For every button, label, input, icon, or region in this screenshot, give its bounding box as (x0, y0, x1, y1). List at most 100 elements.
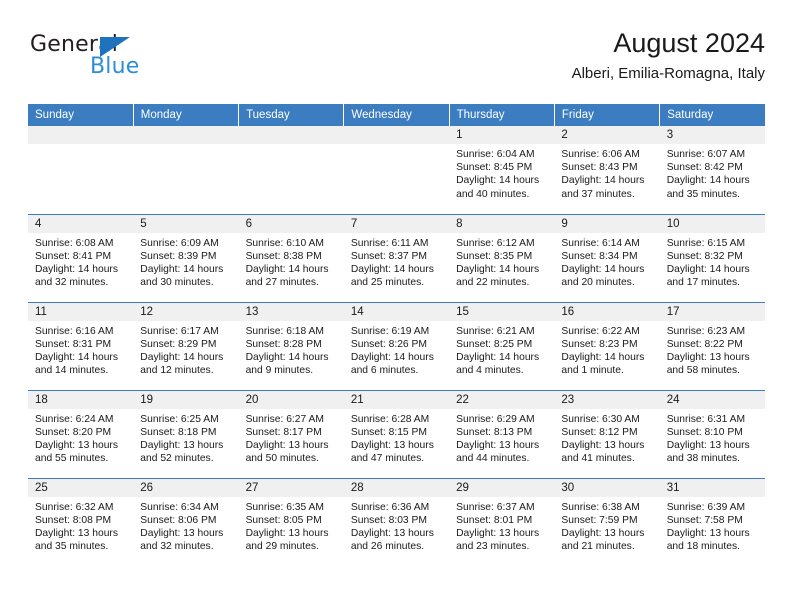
day-info-line: and 35 minutes. (35, 541, 109, 553)
day-number: 10 (659, 214, 765, 233)
calendar-day-cell[interactable]: 21 Sunrise: 6:28 AM Sunset: 8:15 PM Dayligh… (343, 389, 450, 478)
day-info-line: and 38 minutes. (666, 453, 740, 465)
calendar-day-cell[interactable]: 28 Sunrise: 6:36 AM Sunset: 8:03 PM Dayligh… (343, 477, 450, 566)
day-cell-inner: 4 Sunrise: 6:08 AM Sunset: 8:41 PM Daylight… (28, 214, 134, 302)
calendar-day-cell[interactable]: 8 Sunrise: 6:12 AM Sunset: 8:35 PM Daylight… (449, 213, 555, 302)
day-info-line: and 14 minutes. (35, 365, 109, 377)
day-sun-info: Sunrise: 6:35 AM Sunset: 8:05 PM Daylight:… (239, 497, 344, 554)
calendar-day-cell[interactable]: 14 Sunrise: 6:19 AM Sunset: 8:26 PM Dayligh… (343, 301, 450, 390)
calendar-day-cell[interactable]: 12 Sunrise: 6:17 AM Sunset: 8:29 PM Dayligh… (133, 301, 239, 390)
day-sun-info: Sunrise: 6:10 AM Sunset: 8:38 PM Daylight:… (239, 233, 344, 290)
day-info-line: Sunset: 8:26 PM (350, 338, 427, 350)
calendar-day-cell[interactable]: 3 Sunrise: 6:07 AM Sunset: 8:42 PM Daylight… (659, 126, 765, 214)
day-info-line: Daylight: 14 hours (350, 351, 434, 363)
day-info-line: Sunrise: 6:35 AM (245, 501, 324, 513)
day-info-line: Daylight: 14 hours (456, 351, 540, 363)
day-info-line: Daylight: 13 hours (350, 527, 434, 539)
calendar-day-cell[interactable]: 11 Sunrise: 6:16 AM Sunset: 8:31 PM Dayligh… (28, 301, 134, 390)
calendar-day-cell[interactable]: 15 Sunrise: 6:21 AM Sunset: 8:25 PM Dayligh… (449, 301, 555, 390)
day-cell-inner: 1 Sunrise: 6:04 AM Sunset: 8:45 PM Daylight… (449, 126, 555, 214)
calendar-grid: Sunday Monday Tuesday Wednesday Thursday Frid… (28, 104, 765, 566)
day-info-line: and 23 minutes. (456, 541, 530, 553)
brand-logo[interactable]: General Blue (28, 32, 228, 88)
day-info-line: Sunset: 8:15 PM (350, 426, 427, 438)
day-number: 20 (238, 390, 344, 409)
calendar-day-cell[interactable]: 16 Sunrise: 6:22 AM Sunset: 8:23 PM Dayligh… (554, 301, 660, 390)
day-sun-info: Sunrise: 6:32 AM Sunset: 8:08 PM Daylight:… (28, 497, 133, 554)
calendar-day-cell[interactable]: 29 Sunrise: 6:37 AM Sunset: 8:01 PM Dayligh… (449, 477, 555, 566)
page-subtitle: Alberi, Emilia-Romagna, Italy (571, 65, 765, 82)
calendar-day-cell[interactable]: 5 Sunrise: 6:09 AM Sunset: 8:39 PM Daylight… (133, 213, 239, 302)
day-info-line: Sunset: 8:01 PM (456, 514, 533, 526)
day-cell-inner: 7 Sunrise: 6:11 AM Sunset: 8:37 PM Daylight… (343, 214, 450, 302)
day-info-line: Daylight: 13 hours (456, 439, 540, 451)
day-info-line: Sunset: 8:03 PM (350, 514, 427, 526)
day-info-line: Sunrise: 6:34 AM (140, 501, 219, 513)
day-info-line: Sunrise: 6:17 AM (140, 325, 219, 337)
calendar-day-cell[interactable]: 19 Sunrise: 6:25 AM Sunset: 8:18 PM Dayligh… (133, 389, 239, 478)
day-number: 4 (28, 214, 134, 233)
day-info-line: Sunset: 8:43 PM (561, 162, 638, 174)
day-number: 25 (28, 478, 134, 497)
day-info-line: and 25 minutes. (350, 277, 425, 289)
day-number: 11 (28, 302, 134, 321)
weekday-header-friday: Friday (554, 104, 661, 126)
day-info-line: Sunset: 8:31 PM (35, 338, 112, 350)
calendar-day-cell[interactable]: 2 Sunrise: 6:06 AM Sunset: 8:43 PM Daylight… (554, 126, 660, 214)
calendar-day-cell[interactable]: 6 Sunrise: 6:10 AM Sunset: 8:38 PM Daylight… (238, 213, 344, 302)
calendar-day-cell[interactable]: 4 Sunrise: 6:08 AM Sunset: 8:41 PM Daylight… (28, 213, 134, 302)
day-info-line: and 29 minutes. (245, 541, 319, 553)
calendar-week-row: 11 Sunrise: 6:16 AM Sunset: 8:31 PM Dayligh… (28, 301, 765, 390)
day-number: 2 (554, 126, 660, 144)
day-info-line: Daylight: 13 hours (245, 439, 329, 451)
calendar-day-cell[interactable]: 9 Sunrise: 6:14 AM Sunset: 8:34 PM Daylight… (554, 213, 660, 302)
calendar-day-cell[interactable]: 18 Sunrise: 6:24 AM Sunset: 8:20 PM Dayligh… (28, 389, 134, 478)
day-info-line: Daylight: 13 hours (561, 527, 645, 539)
calendar-day-cell[interactable]: 20 Sunrise: 6:27 AM Sunset: 8:17 PM Dayligh… (238, 389, 344, 478)
day-cell-inner (133, 126, 239, 214)
calendar-day-cell[interactable]: 10 Sunrise: 6:15 AM Sunset: 8:32 PM Dayligh… (659, 213, 765, 302)
day-sun-info: Sunrise: 6:14 AM Sunset: 8:34 PM Daylight:… (554, 233, 659, 290)
calendar-day-cell[interactable]: 23 Sunrise: 6:30 AM Sunset: 8:12 PM Dayligh… (554, 389, 660, 478)
calendar-day-cell[interactable]: 27 Sunrise: 6:35 AM Sunset: 8:05 PM Dayligh… (238, 477, 344, 566)
day-info-line: Sunrise: 6:08 AM (35, 237, 114, 249)
day-info-line: Sunrise: 6:29 AM (456, 413, 535, 425)
day-cell-inner: 31 Sunrise: 6:39 AM Sunset: 7:58 PM Dayligh… (659, 478, 765, 567)
calendar-day-cell[interactable]: 24 Sunrise: 6:31 AM Sunset: 8:10 PM Dayligh… (659, 389, 765, 478)
title-block: August 2024 Alberi, Emilia-Romagna, Ital… (572, 26, 765, 85)
day-number (343, 126, 450, 144)
day-info-line: Sunrise: 6:19 AM (350, 325, 430, 337)
day-info-line: and 58 minutes. (666, 365, 740, 377)
day-number: 13 (238, 302, 344, 321)
day-sun-info: Sunrise: 6:25 AM Sunset: 8:18 PM Daylight:… (133, 409, 238, 466)
calendar-day-cell[interactable]: 22 Sunrise: 6:29 AM Sunset: 8:13 PM Dayligh… (449, 389, 555, 478)
day-info-line: and 32 minutes. (35, 277, 109, 289)
day-cell-inner: 18 Sunrise: 6:24 AM Sunset: 8:20 PM Dayligh… (28, 390, 134, 478)
day-info-line: and 1 minute. (561, 365, 624, 377)
calendar-day-cell[interactable]: 17 Sunrise: 6:23 AM Sunset: 8:22 PM Dayligh… (659, 301, 765, 390)
calendar-day-cell[interactable]: 25 Sunrise: 6:32 AM Sunset: 8:08 PM Dayligh… (28, 477, 134, 566)
day-info-line: and 20 minutes. (561, 277, 635, 289)
day-info-line: Daylight: 14 hours (140, 351, 224, 363)
day-info-line: and 6 minutes. (350, 365, 419, 377)
calendar-day-cell[interactable]: 7 Sunrise: 6:11 AM Sunset: 8:37 PM Daylight… (343, 213, 450, 302)
day-info-line: Sunset: 8:35 PM (456, 250, 533, 262)
day-info-line: and 35 minutes. (666, 188, 740, 200)
day-info-line: Sunrise: 6:23 AM (666, 325, 746, 337)
calendar-day-cell[interactable]: 1 Sunrise: 6:04 AM Sunset: 8:45 PM Daylight… (449, 126, 555, 214)
calendar-day-cell[interactable]: 30 Sunrise: 6:38 AM Sunset: 7:59 PM Dayligh… (554, 477, 660, 566)
day-sun-info: Sunrise: 6:04 AM Sunset: 8:45 PM Daylight:… (449, 144, 554, 201)
day-info-line: Sunrise: 6:21 AM (456, 325, 535, 337)
day-sun-info: Sunrise: 6:38 AM Sunset: 7:59 PM Daylight:… (554, 497, 659, 554)
day-cell-inner (343, 126, 450, 214)
calendar-empty-cell (238, 126, 344, 214)
calendar-day-cell[interactable]: 13 Sunrise: 6:18 AM Sunset: 8:28 PM Dayligh… (238, 301, 344, 390)
day-info-line: Sunset: 8:05 PM (245, 514, 322, 526)
calendar-day-cell[interactable]: 31 Sunrise: 6:39 AM Sunset: 7:58 PM Dayligh… (659, 477, 765, 567)
day-cell-inner: 12 Sunrise: 6:17 AM Sunset: 8:29 PM Dayligh… (133, 302, 239, 390)
calendar-day-cell[interactable]: 26 Sunrise: 6:34 AM Sunset: 8:06 PM Dayligh… (133, 477, 239, 566)
day-info-line: Sunset: 8:22 PM (666, 338, 743, 350)
day-cell-inner: 13 Sunrise: 6:18 AM Sunset: 8:28 PM Dayligh… (238, 302, 344, 390)
day-sun-info: Sunrise: 6:19 AM Sunset: 8:26 PM Daylight:… (344, 321, 449, 378)
day-info-line: Sunrise: 6:36 AM (350, 501, 430, 513)
